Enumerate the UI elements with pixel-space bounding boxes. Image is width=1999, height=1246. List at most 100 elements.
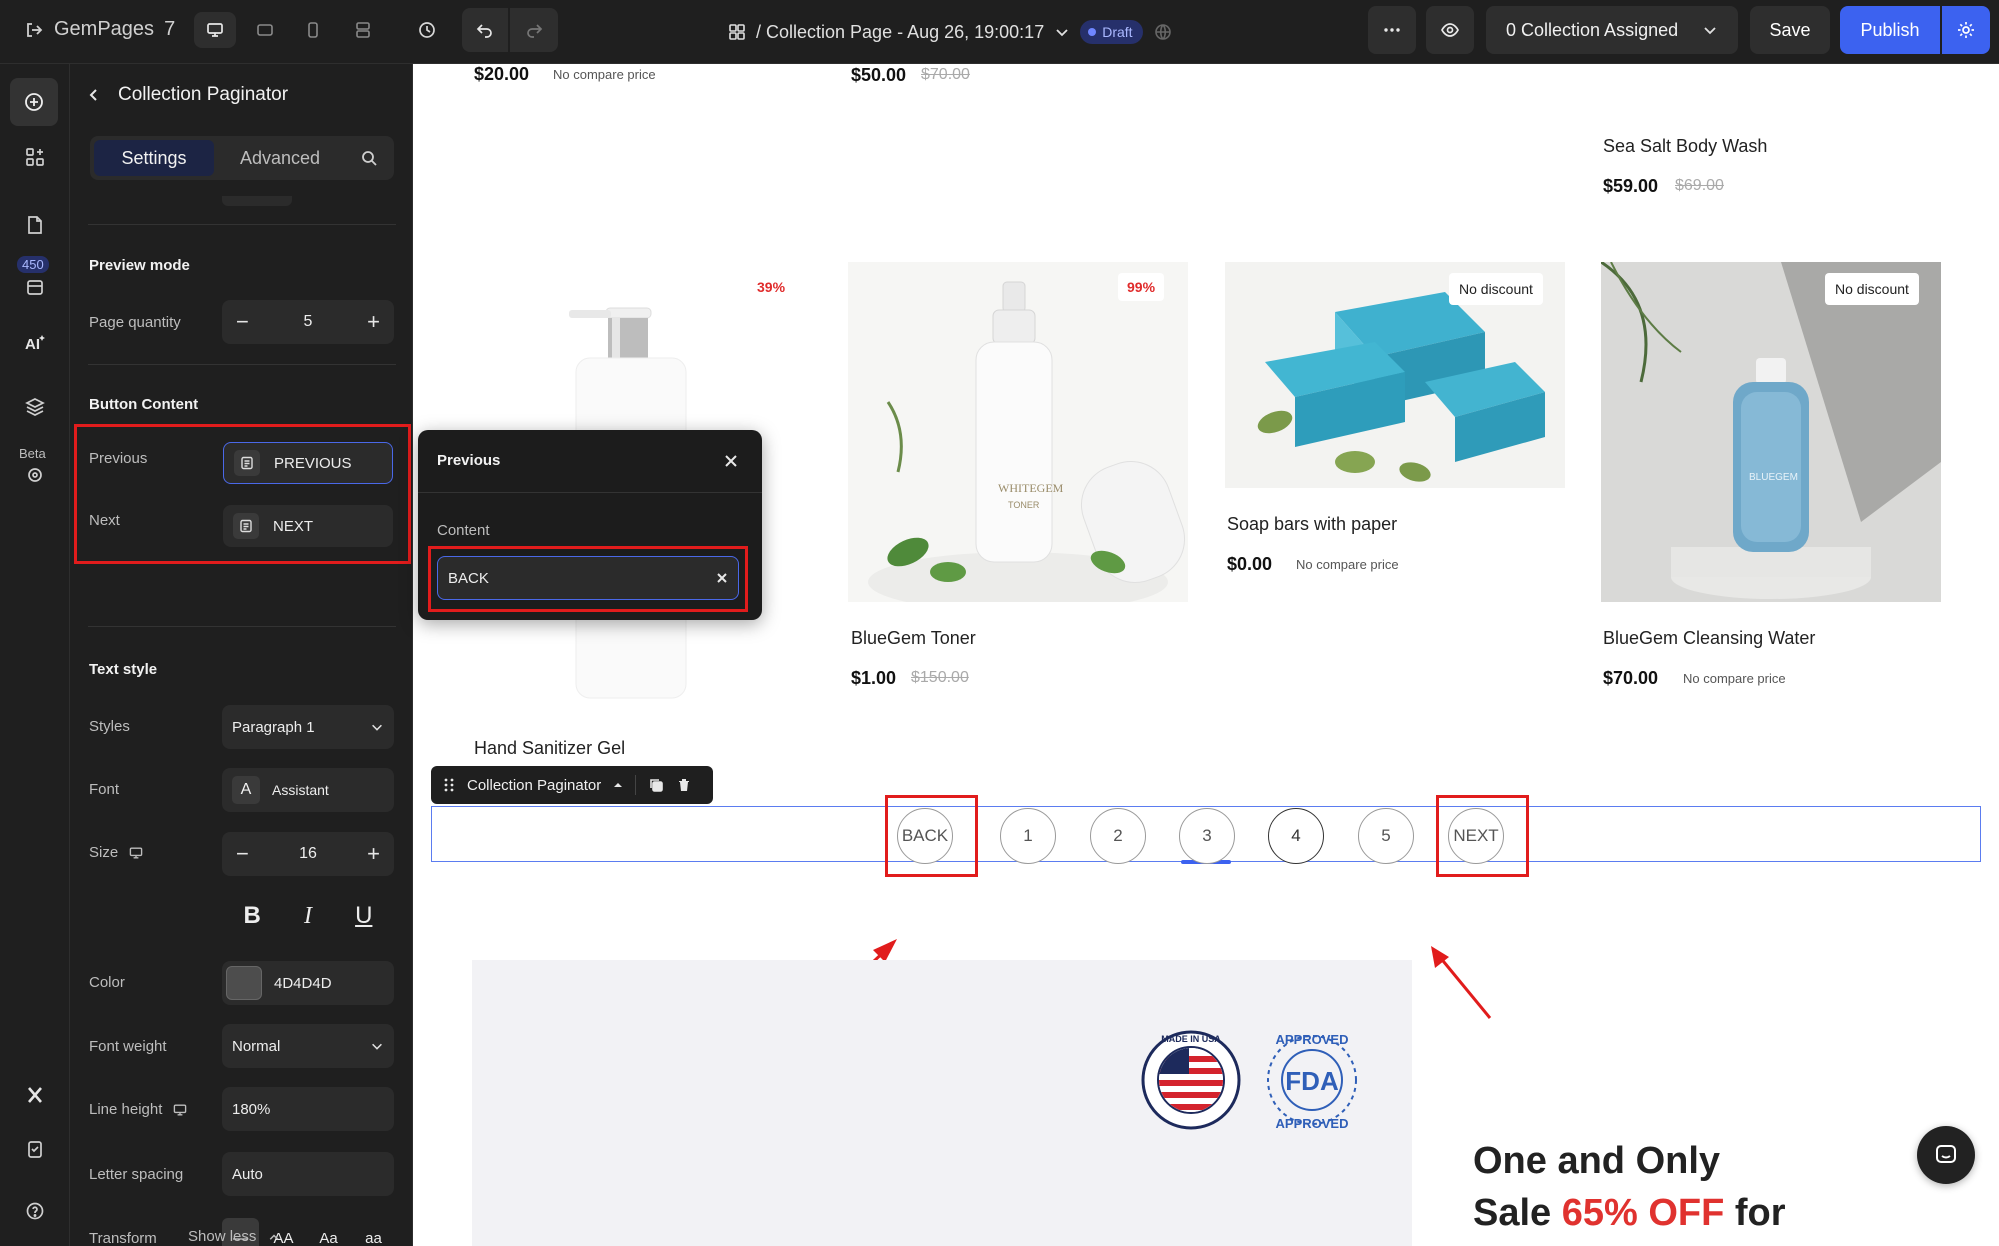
made-in-usa-badge: MADE IN USA [1141, 1030, 1241, 1130]
fda-seal-image: APPROVED FDA APPROVED [1267, 1032, 1357, 1131]
mobile-view-button[interactable] [292, 12, 334, 48]
undo-button[interactable] [462, 8, 508, 52]
page-selector[interactable]: / Collection Page - Aug 26, 19:00:17 Dra… [728, 16, 1173, 48]
underline-icon[interactable]: U [355, 902, 372, 930]
product-title[interactable]: Soap bars with paper [1227, 514, 1397, 535]
paginator-page-5[interactable]: 5 [1358, 808, 1414, 864]
responsive-view-button[interactable] [342, 12, 384, 48]
tab-settings[interactable]: Settings [94, 140, 214, 176]
svg-text:BLUEGEM: BLUEGEM [1749, 472, 1798, 483]
product-title[interactable]: BlueGem Cleansing Water [1603, 628, 1815, 649]
plus-icon[interactable]: + [367, 309, 380, 335]
paginator-page-3[interactable]: 3 [1179, 808, 1235, 864]
minus-icon[interactable]: − [236, 309, 249, 335]
element-toolbar: Collection Paginator [431, 766, 713, 804]
letter-spacing-input[interactable]: Auto [222, 1152, 394, 1196]
pages-button[interactable] [20, 210, 50, 240]
paginator-page-4[interactable]: 4 [1268, 808, 1324, 864]
back-chevron-icon[interactable] [86, 87, 102, 103]
desktop-view-button[interactable] [194, 12, 236, 48]
beta-tool-button[interactable] [20, 460, 50, 490]
product-compare-price: No compare price [1683, 671, 1786, 686]
chevron-down-icon [372, 1043, 382, 1050]
paginator-page-2[interactable]: 2 [1090, 808, 1146, 864]
page-quantity-value[interactable]: 5 [304, 313, 313, 331]
minus-icon[interactable]: − [236, 841, 249, 867]
transform-capitalize-button[interactable]: Aa [308, 1230, 349, 1246]
desktop-icon [207, 23, 223, 37]
search-icon[interactable] [360, 149, 378, 167]
italic-icon[interactable]: I [304, 903, 312, 930]
save-button[interactable]: Save [1750, 6, 1830, 54]
product-compare-price: $150.00 [911, 669, 969, 686]
font-select[interactable]: A Assistant [222, 768, 394, 812]
brand-version: 7 [164, 18, 176, 40]
add-element-button[interactable] [10, 78, 58, 126]
plus-icon[interactable]: + [367, 841, 380, 867]
product-image[interactable]: BLUEGEM [1601, 262, 1941, 602]
publish-button[interactable]: Publish [1840, 6, 1940, 54]
layers-button[interactable] [20, 392, 50, 422]
mobile-icon [308, 22, 318, 38]
line-height-label: Line height [89, 1101, 163, 1118]
popover-divider [418, 492, 762, 493]
clipboard-icon [28, 1141, 42, 1158]
color-swatch[interactable] [226, 966, 262, 1000]
font-weight-label: Font weight [89, 1038, 167, 1055]
history-button[interactable] [406, 12, 448, 48]
highlight-box-button-content [74, 424, 411, 564]
trash-icon[interactable] [676, 777, 692, 793]
checklist-button[interactable] [20, 1134, 50, 1164]
library-button[interactable] [20, 272, 50, 302]
transform-lowercase-button[interactable]: aa [353, 1230, 394, 1246]
x-app-button[interactable] [20, 1080, 50, 1110]
collection-assign-label: 0 Collection Assigned [1506, 19, 1679, 40]
bold-icon[interactable]: B [244, 902, 261, 930]
page-quantity-stepper[interactable]: − 5 + [222, 300, 394, 344]
styles-select[interactable]: Paragraph 1 [222, 705, 394, 749]
product-title[interactable]: Sea Salt Body Wash [1603, 136, 1767, 157]
product-price: $70.00 [1603, 668, 1659, 688]
show-less-label: Show less [188, 1228, 257, 1245]
size-value[interactable]: 16 [299, 845, 317, 863]
discount-badge: 99% [1118, 273, 1165, 301]
globe-off-icon[interactable] [1153, 22, 1173, 42]
editor-canvas: $20.00 No compare price $50.00 $70.00 Se… [413, 64, 1999, 1246]
ai-button[interactable]: AI [20, 328, 50, 358]
help-icon [26, 1202, 44, 1220]
product-title[interactable]: Hand Sanitizer Gel [474, 738, 625, 759]
size-stepper[interactable]: − 16 + [222, 832, 394, 876]
publish-settings-button[interactable] [1942, 6, 1990, 54]
line-height-label-row: Line height [89, 1101, 188, 1118]
tab-advanced[interactable]: Advanced [220, 140, 340, 176]
tablet-view-button[interactable] [244, 12, 286, 48]
font-weight-select[interactable]: Normal [222, 1024, 394, 1068]
line-height-input[interactable]: 180% [222, 1087, 394, 1131]
discount-badge: No discount [1825, 273, 1919, 305]
caret-up-icon[interactable] [613, 780, 623, 790]
apps-button[interactable] [20, 142, 50, 172]
product-compare-price: No compare price [1296, 557, 1399, 572]
logo[interactable]: GemPages 7 [24, 18, 175, 41]
duplicate-icon[interactable] [648, 777, 664, 793]
close-icon[interactable] [724, 454, 738, 468]
left-rail: 450 AI Beta [0, 64, 70, 1246]
redo-button[interactable] [510, 8, 558, 52]
paginator-page-1[interactable]: 1 [1000, 808, 1056, 864]
letter-spacing-label: Letter spacing [89, 1166, 184, 1183]
promo-discount-text: 65% OFF [1561, 1192, 1725, 1234]
color-field[interactable]: 4D4D4D [222, 961, 394, 1005]
product-title[interactable]: BlueGem Toner [851, 628, 976, 649]
status-dot [1088, 28, 1097, 36]
library-count-badge: 450 [17, 256, 49, 273]
help-button[interactable] [20, 1196, 50, 1226]
more-button[interactable] [1368, 6, 1416, 54]
chat-launcher-button[interactable] [1917, 1126, 1975, 1184]
panel-title: Collection Paginator [118, 84, 289, 105]
show-less-button[interactable]: Show less [188, 1228, 280, 1245]
product-image[interactable]: WHITEGEM TONER [848, 262, 1188, 602]
preview-button[interactable] [1426, 6, 1474, 54]
drag-handle-icon[interactable] [443, 777, 455, 793]
element-toolbar-label[interactable]: Collection Paginator [467, 777, 601, 794]
collection-assign-dropdown[interactable]: 0 Collection Assigned [1486, 6, 1738, 54]
